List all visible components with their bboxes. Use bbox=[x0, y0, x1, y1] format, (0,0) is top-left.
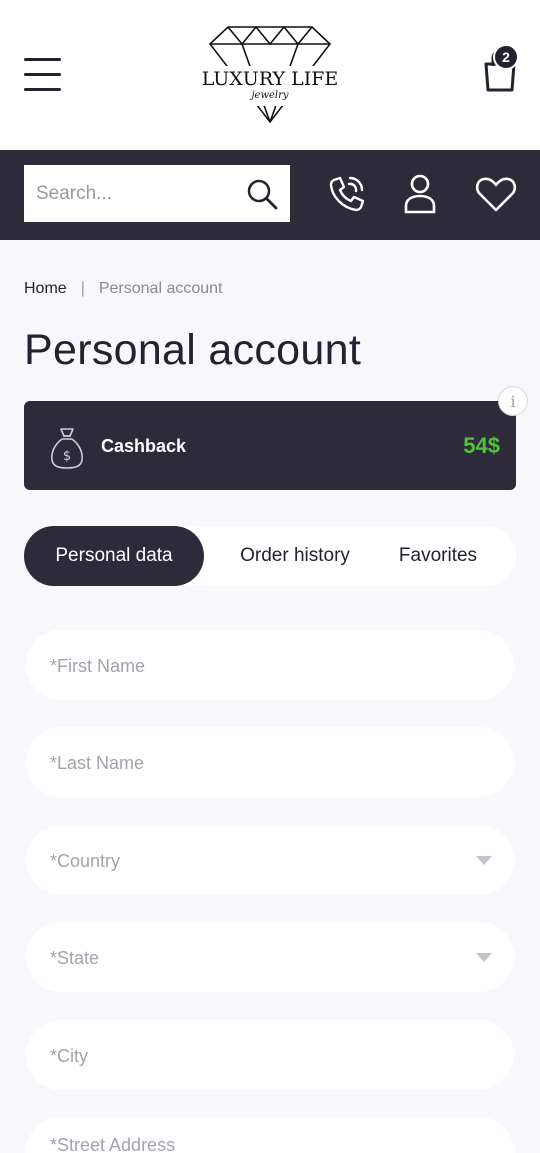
last-name-field bbox=[26, 727, 514, 799]
svg-text:$: $ bbox=[63, 449, 71, 464]
first-name-input[interactable] bbox=[48, 630, 452, 702]
chevron-down-icon[interactable] bbox=[476, 953, 492, 962]
cashback-value: 54$ bbox=[463, 433, 500, 458]
city-field bbox=[26, 1020, 514, 1092]
state-input[interactable] bbox=[48, 922, 452, 994]
tab-favorites[interactable]: Favorites bbox=[386, 526, 490, 586]
breadcrumb: Home | Personal account bbox=[24, 280, 222, 298]
logo[interactable]: LUXURY LIFE jewelry bbox=[200, 24, 340, 124]
chevron-down-icon[interactable] bbox=[476, 856, 492, 865]
city-input[interactable] bbox=[48, 1020, 452, 1092]
page-title: Personal account bbox=[24, 326, 362, 374]
street-address-field bbox=[26, 1117, 514, 1153]
first-name-field bbox=[26, 630, 514, 702]
user-icon[interactable] bbox=[398, 172, 442, 216]
country-input[interactable] bbox=[48, 825, 452, 897]
heart-icon[interactable] bbox=[474, 172, 518, 216]
cashback-label: Cashback bbox=[101, 436, 187, 456]
breadcrumb-separator: | bbox=[80, 280, 85, 297]
tab-order-history[interactable]: Order history bbox=[220, 526, 370, 586]
menu-icon[interactable] bbox=[24, 56, 61, 93]
breadcrumb-current: Personal account bbox=[98, 280, 223, 297]
phone-icon[interactable] bbox=[324, 172, 368, 216]
country-select[interactable] bbox=[26, 825, 514, 897]
breadcrumb-home[interactable]: Home bbox=[24, 280, 67, 298]
state-select[interactable] bbox=[26, 922, 514, 994]
logo-title: LUXURY LIFE bbox=[201, 68, 339, 90]
search-icon[interactable] bbox=[246, 178, 278, 210]
street-address-input[interactable] bbox=[48, 1117, 452, 1153]
cart-count-badge: 2 bbox=[493, 44, 519, 70]
search-input[interactable] bbox=[34, 165, 238, 222]
search-box bbox=[24, 165, 290, 222]
info-icon[interactable]: i bbox=[498, 386, 528, 416]
last-name-input[interactable] bbox=[48, 727, 452, 799]
cashback-card: $ Cashback 54$ bbox=[24, 401, 516, 490]
money-bag-icon: $ bbox=[51, 428, 83, 469]
logo-subtitle: jewelry bbox=[251, 90, 289, 101]
account-tabs: Personal data Order history Favorites bbox=[24, 526, 516, 586]
header: LUXURY LIFE jewelry 2 bbox=[0, 0, 540, 150]
tab-personal-data[interactable]: Personal data bbox=[24, 526, 204, 586]
